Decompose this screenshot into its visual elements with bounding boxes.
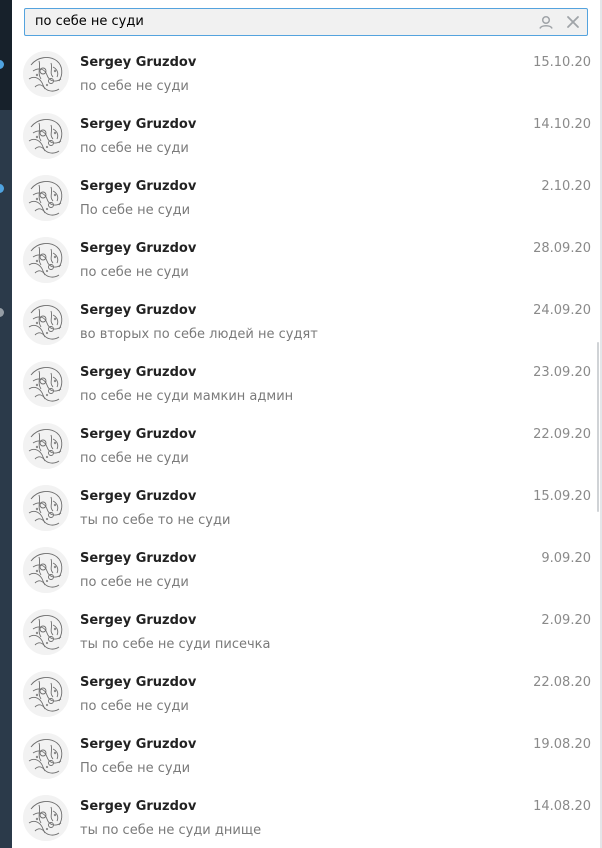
- search-result-row[interactable]: Sergey Gruzdov 22.09.20 по себе не суди: [12, 412, 600, 474]
- results-list: Sergey Gruzdov 15.10.20 по себе не суди …: [12, 40, 600, 846]
- message-snippet: по себе не суди: [80, 575, 189, 590]
- avatar: [23, 113, 69, 159]
- avatar: [23, 175, 69, 221]
- search-result-row[interactable]: Sergey Gruzdov 14.08.20 ты по себе не су…: [12, 784, 600, 846]
- message-snippet: по себе не суди: [80, 79, 189, 94]
- avatar: [23, 423, 69, 469]
- message-date: 24.09.20: [533, 303, 591, 318]
- search-result-row[interactable]: Sergey Gruzdov 14.10.20 по себе не суди: [12, 102, 600, 164]
- sender-name: Sergey Gruzdov: [80, 675, 197, 690]
- search-result-row[interactable]: Sergey Gruzdov 2.10.20 По себе не суди: [12, 164, 600, 226]
- sidebar-edge-top: [0, 0, 12, 110]
- search-box[interactable]: [24, 8, 588, 36]
- message-snippet: по себе не суди мамкин админ: [80, 389, 294, 404]
- search-result-row[interactable]: Sergey Gruzdov 28.09.20 по себе не суди: [12, 226, 600, 288]
- unread-dot: [0, 184, 4, 193]
- sender-name: Sergey Gruzdov: [80, 799, 197, 814]
- sender-name: Sergey Gruzdov: [80, 179, 197, 194]
- search-result-row[interactable]: Sergey Gruzdov 15.10.20 по себе не суди: [12, 40, 600, 102]
- message-snippet: по себе не суди: [80, 451, 189, 466]
- avatar: [23, 299, 69, 345]
- message-date: 19.08.20: [533, 737, 591, 752]
- message-date: 2.09.20: [541, 613, 591, 628]
- message-snippet: По себе не суди: [80, 203, 191, 218]
- sender-name: Sergey Gruzdov: [80, 737, 197, 752]
- avatar: [23, 609, 69, 655]
- message-date: 15.09.20: [533, 489, 591, 504]
- scrollbar[interactable]: [597, 342, 599, 512]
- message-date: 15.10.20: [533, 55, 591, 70]
- search-input[interactable]: [35, 9, 505, 35]
- avatar: [23, 671, 69, 717]
- search-result-row[interactable]: Sergey Gruzdov 19.08.20 По себе не суди: [12, 722, 600, 784]
- message-date: 28.09.20: [533, 241, 591, 256]
- search-result-row[interactable]: Sergey Gruzdov 22.08.20 по себе не суди: [12, 660, 600, 722]
- message-snippet: по себе не суди: [80, 699, 189, 714]
- sender-name: Sergey Gruzdov: [80, 613, 197, 628]
- search-results-window: Sergey Gruzdov 15.10.20 по себе не суди …: [0, 0, 602, 848]
- message-snippet: ты по себе не суди днище: [80, 823, 262, 838]
- message-date: 14.10.20: [533, 117, 591, 132]
- sender-name: Sergey Gruzdov: [80, 55, 197, 70]
- unread-dot: [0, 308, 4, 317]
- message-snippet: ты по себе не суди писечка: [80, 637, 271, 652]
- sender-name: Sergey Gruzdov: [80, 551, 197, 566]
- message-date: 9.09.20: [541, 551, 591, 566]
- avatar: [23, 733, 69, 779]
- avatar: [23, 361, 69, 407]
- sender-name: Sergey Gruzdov: [80, 365, 197, 380]
- sidebar-edge: [0, 0, 12, 848]
- message-snippet: во вторых по себе людей не судят: [80, 327, 318, 342]
- sender-name: Sergey Gruzdov: [80, 489, 197, 504]
- sender-name: Sergey Gruzdov: [80, 241, 197, 256]
- avatar: [23, 485, 69, 531]
- message-date: 22.08.20: [533, 675, 591, 690]
- message-date: 14.08.20: [533, 799, 591, 814]
- avatar: [23, 795, 69, 841]
- search-result-row[interactable]: Sergey Gruzdov 9.09.20 по себе не суди: [12, 536, 600, 598]
- message-date: 2.10.20: [541, 179, 591, 194]
- message-date: 23.09.20: [533, 365, 591, 380]
- search-result-row[interactable]: Sergey Gruzdov 2.09.20 ты по себе не суд…: [12, 598, 600, 660]
- avatar: [23, 237, 69, 283]
- search-result-row[interactable]: Sergey Gruzdov 23.09.20 по себе не суди …: [12, 350, 600, 412]
- close-icon[interactable]: [564, 13, 582, 31]
- avatar: [23, 547, 69, 593]
- sender-name: Sergey Gruzdov: [80, 303, 197, 318]
- message-snippet: по себе не суди: [80, 141, 189, 156]
- avatar: [23, 51, 69, 97]
- search-result-row[interactable]: Sergey Gruzdov 15.09.20 ты по себе то не…: [12, 474, 600, 536]
- message-snippet: ты по себе то не суди: [80, 513, 231, 528]
- sender-name: Sergey Gruzdov: [80, 427, 197, 442]
- message-snippet: По себе не суди: [80, 761, 191, 776]
- user-icon[interactable]: [537, 13, 555, 31]
- search-result-row[interactable]: Sergey Gruzdov 24.09.20 во вторых по себ…: [12, 288, 600, 350]
- message-snippet: по себе не суди: [80, 265, 189, 280]
- message-date: 22.09.20: [533, 427, 591, 442]
- sender-name: Sergey Gruzdov: [80, 117, 197, 132]
